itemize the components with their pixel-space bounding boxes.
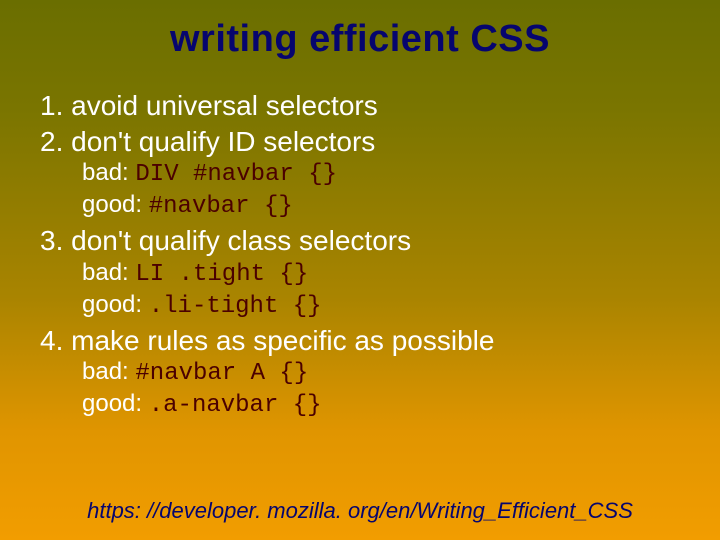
- rule-text: 4. make rules as specific as possible: [40, 324, 680, 358]
- rule-text: 3. don't qualify class selectors: [40, 224, 680, 258]
- rule-label: don't qualify ID selectors: [71, 126, 375, 157]
- example-label: good:: [82, 191, 149, 218]
- rule-number: 2.: [40, 126, 63, 157]
- example-code: LI .tight {}: [135, 261, 308, 288]
- example-code: DIV #navbar {}: [135, 161, 337, 188]
- rule-number: 3.: [40, 225, 63, 256]
- rule-text: 1. avoid universal selectors: [40, 89, 680, 123]
- example-good: good: .a-navbar {}: [82, 389, 680, 421]
- slide: writing efficient CSS 1. avoid universal…: [0, 0, 720, 540]
- rule-1: 1. avoid universal selectors: [40, 89, 680, 123]
- example-label: good:: [82, 390, 149, 417]
- rule-4: 4. make rules as specific as possible ba…: [40, 324, 680, 422]
- example-label: bad:: [82, 259, 135, 286]
- example-label: good:: [82, 291, 149, 318]
- rule-number: 1.: [40, 90, 63, 121]
- example-label: bad:: [82, 159, 135, 186]
- rule-2: 2. don't qualify ID selectors bad: DIV #…: [40, 125, 680, 223]
- slide-title: writing efficient CSS: [40, 18, 680, 61]
- example-good: good: #navbar {}: [82, 190, 680, 222]
- rule-label: make rules as specific as possible: [71, 325, 494, 356]
- rule-label: don't qualify class selectors: [71, 225, 411, 256]
- example-label: bad:: [82, 358, 135, 385]
- example-bad: bad: #navbar A {}: [82, 357, 680, 389]
- example-good: good: .li-tight {}: [82, 290, 680, 322]
- example-bad: bad: DIV #navbar {}: [82, 158, 680, 190]
- rule-label: avoid universal selectors: [71, 90, 378, 121]
- rule-3: 3. don't qualify class selectors bad: LI…: [40, 224, 680, 322]
- example-code: .a-navbar {}: [149, 392, 322, 419]
- footer-citation: https: //developer. mozilla. org/en/Writ…: [0, 498, 720, 524]
- example-code: #navbar {}: [149, 193, 293, 220]
- rule-text: 2. don't qualify ID selectors: [40, 125, 680, 159]
- rule-number: 4.: [40, 325, 63, 356]
- example-bad: bad: LI .tight {}: [82, 258, 680, 290]
- example-code: #navbar A {}: [135, 360, 308, 387]
- example-code: .li-tight {}: [149, 293, 322, 320]
